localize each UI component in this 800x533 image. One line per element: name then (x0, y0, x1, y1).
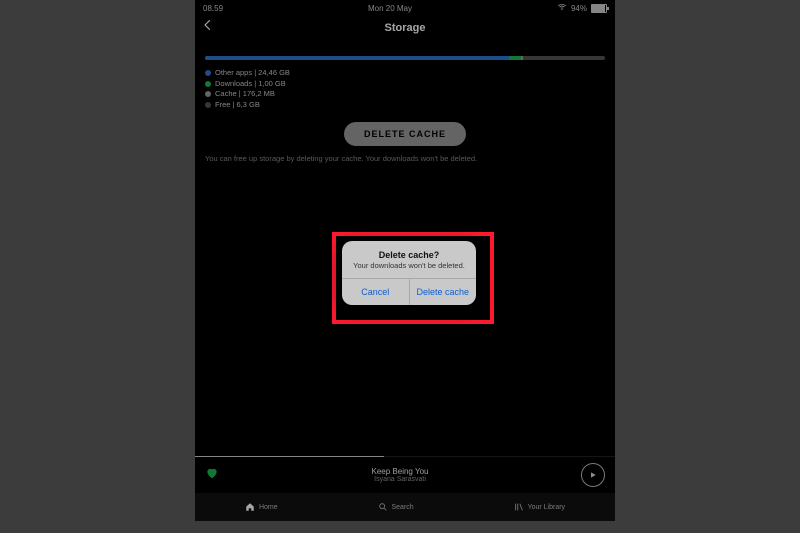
legend-cache: Cache | 176,2 MB (205, 89, 605, 100)
confirm-dialog: Delete cache? Your downloads won't be de… (342, 241, 476, 305)
hint-text: You can free up storage by deleting your… (205, 154, 605, 163)
track-artist: Isyana Sarasvati (219, 476, 581, 483)
bottom-tabs: Home Search Your Library (195, 493, 615, 521)
wifi-icon (557, 2, 567, 14)
status-bar: 08.59 Mon 20 May 94% (195, 0, 615, 16)
tab-search[interactable]: Search (378, 502, 414, 512)
dialog-title: Delete cache? (348, 250, 470, 260)
tab-library[interactable]: Your Library (514, 502, 566, 512)
page-title: Storage (195, 22, 615, 34)
search-icon (378, 502, 388, 512)
dialog-message: Your downloads won't be deleted. (348, 261, 470, 270)
dot-icon (205, 102, 211, 108)
storage-seg-other (205, 56, 509, 60)
tab-home[interactable]: Home (245, 502, 278, 512)
dot-icon (205, 81, 211, 87)
storage-seg-cache (521, 56, 523, 60)
dot-icon (205, 91, 211, 97)
confirm-delete-button[interactable]: Delete cache (410, 279, 477, 305)
storage-legend: Other apps | 24,46 GB Downloads | 1,00 G… (205, 68, 605, 110)
legend-other: Other apps | 24,46 GB (205, 68, 605, 79)
play-button[interactable] (581, 463, 605, 487)
nav-bar: Storage (195, 16, 615, 40)
status-time: 08.59 (203, 4, 223, 13)
home-icon (245, 502, 255, 512)
back-button[interactable] (201, 18, 215, 37)
playback-progress (195, 456, 615, 457)
status-date: Mon 20 May (368, 4, 412, 13)
track-title: Keep Being You (219, 467, 581, 476)
legend-free: Free | 6,3 GB (205, 100, 605, 111)
delete-cache-button[interactable]: DELETE CACHE (344, 122, 466, 146)
storage-seg-downloads (509, 56, 521, 60)
heart-icon[interactable] (205, 466, 219, 485)
storage-bar (205, 56, 605, 60)
library-icon (514, 502, 524, 512)
legend-downloads: Downloads | 1,00 GB (205, 79, 605, 90)
battery-percent: 94% (571, 4, 587, 13)
battery-icon (591, 4, 607, 13)
dot-icon (205, 70, 211, 76)
cancel-button[interactable]: Cancel (342, 279, 410, 305)
now-playing-bar[interactable]: Keep Being You Isyana Sarasvati (195, 456, 615, 493)
